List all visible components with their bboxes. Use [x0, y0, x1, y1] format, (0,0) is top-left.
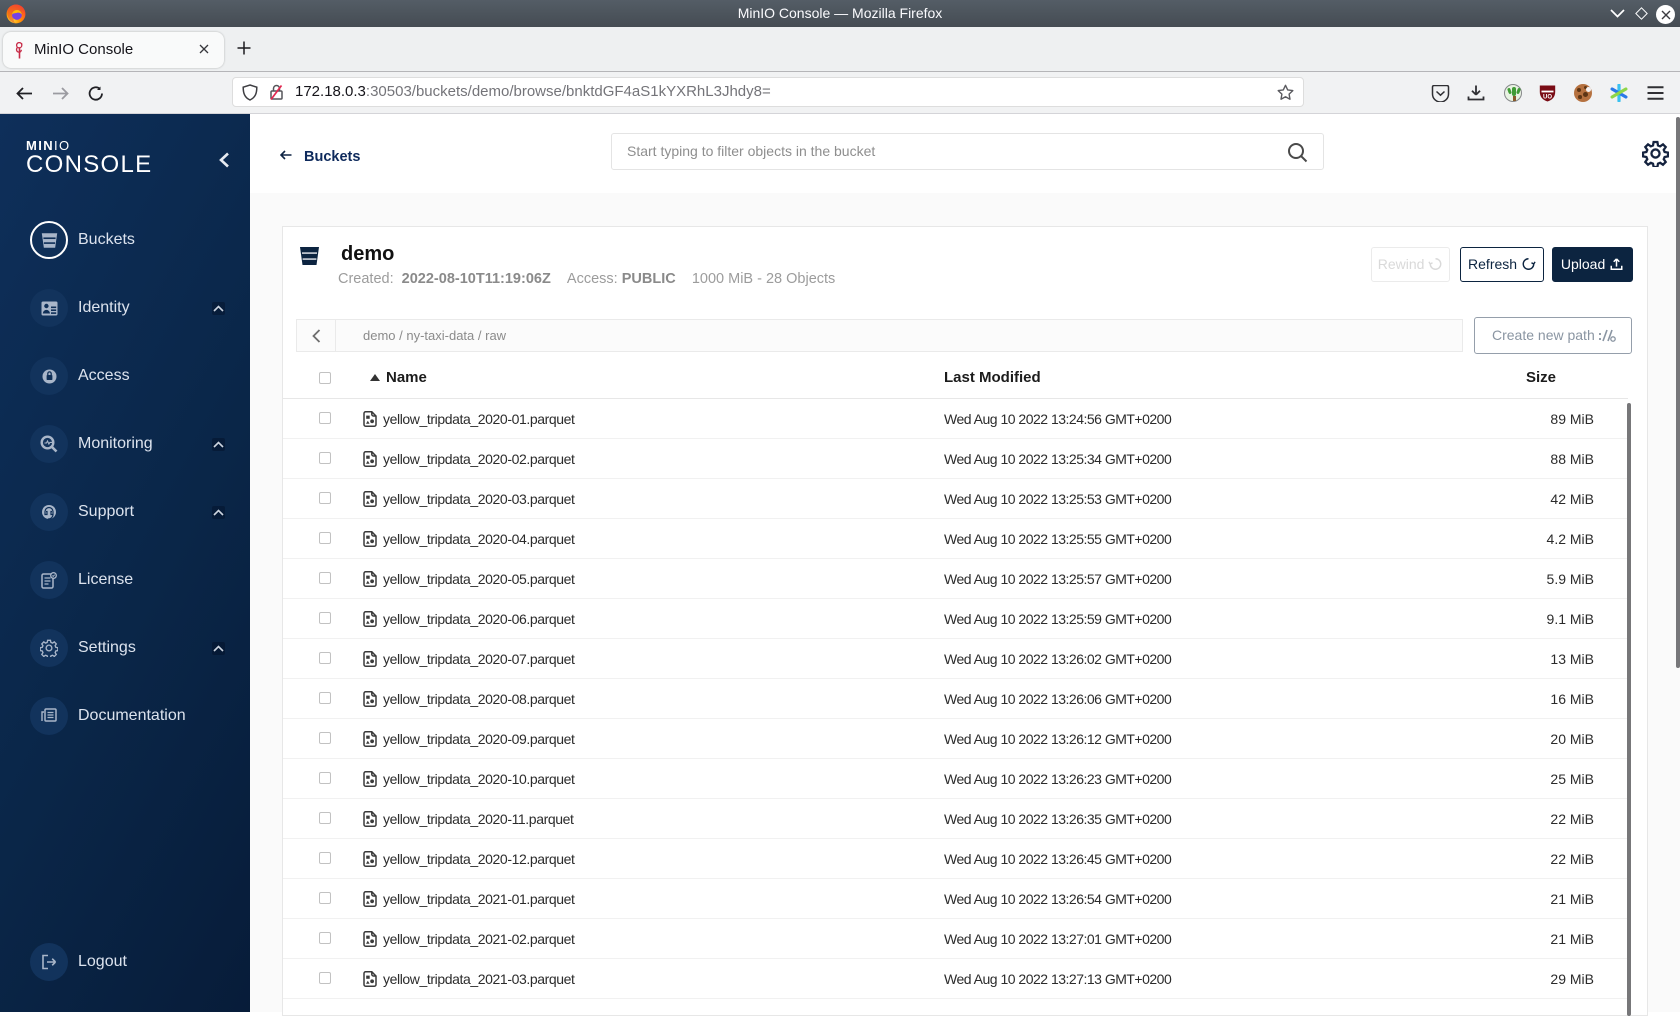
- svg-text:UO: UO: [1543, 95, 1552, 101]
